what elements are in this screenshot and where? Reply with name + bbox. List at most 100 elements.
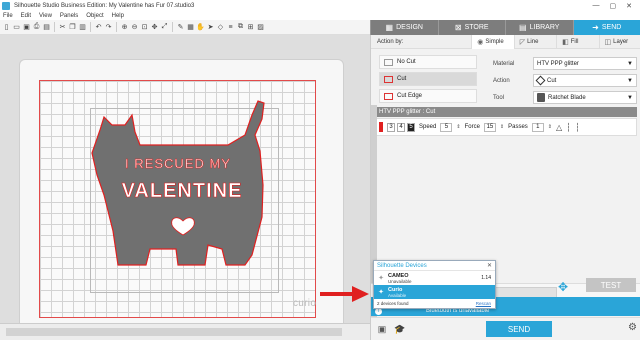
radio-icon: ◉ xyxy=(477,38,484,46)
align-icon[interactable]: ≡ xyxy=(226,23,235,32)
maximize-button[interactable]: ▢ xyxy=(610,2,617,10)
sketch-icon[interactable]: ✎ xyxy=(176,23,185,32)
grid-toggle-icon[interactable]: ▦ xyxy=(186,23,195,32)
zoom-select-icon[interactable]: ⊡ xyxy=(140,23,149,32)
weld-icon[interactable]: ⊞ xyxy=(246,23,255,32)
move-arrows-icon[interactable]: ✥ xyxy=(552,278,574,296)
cut-action-icon xyxy=(535,75,546,86)
menu-object[interactable]: Object xyxy=(86,13,103,19)
stepper-arrows-icon[interactable]: ⇕ xyxy=(548,124,552,130)
group-icon[interactable]: ⧉ xyxy=(236,23,245,32)
passes-field: Passes 1 ⇕ xyxy=(508,122,552,132)
speed-field: Speed 5 ⇕ xyxy=(419,122,461,132)
title-bar: Silhouette Studio Business Edition: My V… xyxy=(0,0,640,11)
blade-icon xyxy=(537,93,545,102)
pointer-icon[interactable]: ➤ xyxy=(206,23,215,32)
blade-digit[interactable]: 3 xyxy=(387,122,395,132)
paste-icon[interactable]: ▥ xyxy=(78,23,87,32)
triangle-tool-icon[interactable]: △ xyxy=(556,123,562,132)
shape-icon[interactable]: ◇ xyxy=(216,23,225,32)
dotted-line-icon[interactable]: ┆ xyxy=(566,123,571,132)
hand-icon[interactable]: ✋ xyxy=(196,23,205,32)
dropdown-arrow-icon: ▼ xyxy=(627,94,633,101)
open-folder-icon[interactable]: ▭ xyxy=(12,23,21,32)
select-all-icon[interactable]: ▨ xyxy=(256,23,265,32)
material-label: Material xyxy=(493,60,515,67)
material-select[interactable]: HTV PPP glitter ▼ xyxy=(533,57,637,70)
tab-store[interactable]: ⊠ STORE xyxy=(437,20,505,35)
app-icon xyxy=(2,1,10,10)
menu-help[interactable]: Help xyxy=(112,13,124,19)
cut-edge-option[interactable]: Cut Edge xyxy=(379,89,477,103)
gear-icon[interactable]: ⚙ xyxy=(628,322,637,333)
blade-digit[interactable]: 4 xyxy=(397,122,405,132)
scrollbar-thumb[interactable] xyxy=(6,328,342,336)
menu-file[interactable]: File xyxy=(3,13,13,19)
mode-simple-tab[interactable]: ◉ Simple xyxy=(471,34,514,49)
close-icon[interactable]: ✕ xyxy=(487,262,492,269)
device-status: Available xyxy=(388,292,407,298)
tool-label: Tool xyxy=(493,94,505,101)
mode-line-tab[interactable]: ◸ Line xyxy=(513,34,556,49)
zoom-out-icon[interactable]: ⊖ xyxy=(130,23,139,32)
fit-page-icon[interactable]: ⤢ xyxy=(160,23,169,32)
toolbar-divider xyxy=(172,22,173,32)
devices-popup-footer: 2 devices found Rescan xyxy=(374,299,495,308)
canvas-area[interactable]: I RESCUED MY VALENTINE curio xyxy=(0,35,370,340)
nav-tabs: ▦ DESIGN ⊠ STORE ▤ LIBRARY ➜ SEND xyxy=(370,20,640,35)
pan-icon[interactable]: ✥ xyxy=(150,23,159,32)
stepper-arrows-icon[interactable]: ⇕ xyxy=(500,124,504,130)
cart-icon: ⊠ xyxy=(454,23,462,32)
mode-layer-label: Layer xyxy=(613,38,629,45)
undo-icon[interactable]: ↶ xyxy=(94,23,103,32)
graduation-cap-icon[interactable]: 🎓 xyxy=(393,323,407,335)
copy-icon[interactable]: ❐ xyxy=(68,23,77,32)
save-icon[interactable]: ▣ xyxy=(22,23,31,32)
speed-input[interactable]: 5 xyxy=(440,122,453,132)
cut-edge-icon xyxy=(384,92,393,100)
close-button[interactable]: ✕ xyxy=(626,2,632,10)
tab-send[interactable]: ➜ SEND xyxy=(572,20,640,35)
redo-icon[interactable]: ↷ xyxy=(104,23,113,32)
mode-layer-tab[interactable]: ◫ Layer xyxy=(598,34,640,49)
cut-option[interactable]: Cut xyxy=(379,72,477,86)
cut-icon[interactable]: ✂ xyxy=(58,23,67,32)
device-item-cameo[interactable]: ✦ CAMEO Unavailable 1.14 xyxy=(374,271,495,285)
cut-parameters-row: 3 4 5 Speed 5 ⇕ Force 15 ⇕ Passes 1 ⇕ △ … xyxy=(375,118,637,136)
tool-select[interactable]: Ratchet Blade ▼ xyxy=(533,91,637,104)
machine-icon[interactable]: ▣ xyxy=(375,323,389,335)
device-item-curio[interactable]: ✦ Curio Available xyxy=(374,285,495,299)
send-to-cutter-icon[interactable]: ▤ xyxy=(42,23,51,32)
speed-label: Speed xyxy=(419,124,437,130)
action-label: Action xyxy=(493,77,510,84)
menu-view[interactable]: View xyxy=(39,13,52,19)
design-artwork[interactable]: I RESCUED MY VALENTINE xyxy=(0,35,370,340)
fill-icon: ◧ xyxy=(562,38,569,46)
device-icon: ✦ xyxy=(378,289,384,296)
horizontal-scrollbar[interactable] xyxy=(0,323,370,340)
rescan-link[interactable]: Rescan xyxy=(476,301,491,306)
force-input[interactable]: 15 xyxy=(483,122,496,132)
zoom-in-icon[interactable]: ⊕ xyxy=(120,23,129,32)
menu-edit[interactable]: Edit xyxy=(21,13,31,19)
passes-input[interactable]: 1 xyxy=(531,122,544,132)
tool-row: Tool Ratchet Blade ▼ xyxy=(493,89,637,106)
action-select[interactable]: Cut ▼ xyxy=(533,74,637,87)
dotted-line-icon[interactable]: ┆ xyxy=(575,123,580,132)
mode-fill-tab[interactable]: ◧ Fill xyxy=(556,34,598,49)
stepper-arrows-icon[interactable]: ⇕ xyxy=(456,124,460,130)
material-row: Material HTV PPP glitter ▼ xyxy=(493,55,637,72)
send-button[interactable]: SEND xyxy=(486,321,552,337)
new-file-icon[interactable]: ▯ xyxy=(2,23,11,32)
minimize-button[interactable]: — xyxy=(593,2,600,10)
blade-depth-control[interactable]: 3 4 5 xyxy=(387,122,415,132)
tab-library[interactable]: ▤ LIBRARY xyxy=(505,20,573,35)
print-icon[interactable]: ⎙ xyxy=(32,23,41,32)
menu-panels[interactable]: Panels xyxy=(60,13,78,19)
blade-digit-selected[interactable]: 5 xyxy=(407,122,415,132)
no-cut-option[interactable]: No Cut xyxy=(379,55,477,69)
tab-send-label: SEND xyxy=(601,24,622,31)
test-button[interactable]: TEST xyxy=(586,278,636,292)
tab-design[interactable]: ▦ DESIGN xyxy=(370,20,438,35)
no-cut-icon xyxy=(384,58,393,66)
